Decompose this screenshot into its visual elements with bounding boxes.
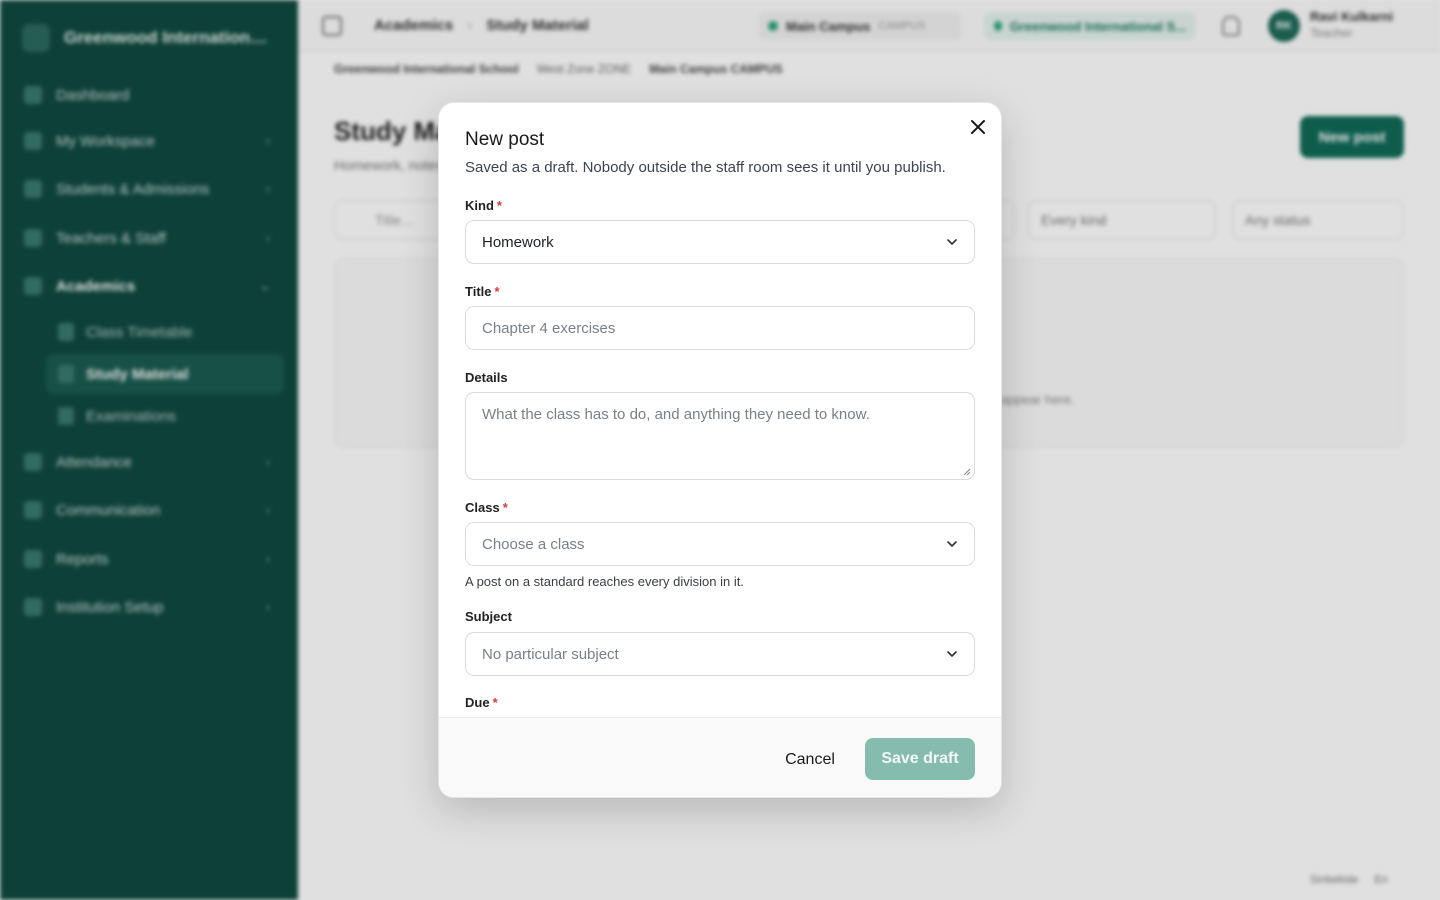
chevron-down-icon xyxy=(947,651,957,657)
details-label: Details xyxy=(465,370,508,385)
dialog-title: New post xyxy=(465,129,545,150)
title-input[interactable]: Chapter 4 exercises xyxy=(465,306,975,350)
subject-label: Subject xyxy=(465,609,512,624)
title-label: Title * xyxy=(465,284,500,299)
subject-select[interactable]: No particular subject xyxy=(465,632,975,676)
kind-select-value: Homework xyxy=(482,233,554,251)
required-marker: * xyxy=(494,284,500,299)
dialog-description: Saved as a draft. Nobody outside the sta… xyxy=(465,159,946,176)
class-hint: A post on a standard reaches every divis… xyxy=(465,574,744,589)
class-select-placeholder: Choose a class xyxy=(482,535,585,553)
required-marker: * xyxy=(492,695,498,710)
class-label: Class * xyxy=(465,500,508,515)
save-draft-button[interactable]: Save draft xyxy=(865,738,975,780)
title-label-text: Title xyxy=(465,284,492,299)
kind-select[interactable]: Homework xyxy=(465,220,975,264)
close-icon[interactable] xyxy=(969,118,987,136)
due-label-text: Due xyxy=(465,695,490,710)
new-post-dialog: New post Saved as a draft. Nobody outsid… xyxy=(438,102,1002,798)
kind-label: Kind * xyxy=(465,198,502,213)
class-select[interactable]: Choose a class xyxy=(465,522,975,566)
required-marker: * xyxy=(502,500,508,515)
cancel-button[interactable]: Cancel xyxy=(771,739,849,781)
required-marker: * xyxy=(496,198,502,213)
subject-select-placeholder: No particular subject xyxy=(482,645,619,663)
resize-handle-icon[interactable] xyxy=(963,468,971,476)
due-label: Due * xyxy=(465,695,498,710)
title-input-placeholder: Chapter 4 exercises xyxy=(482,319,616,337)
details-textarea-placeholder: What the class has to do, and anything t… xyxy=(482,406,870,423)
chevron-down-icon xyxy=(947,541,957,547)
dialog-footer: Cancel Save draft xyxy=(439,717,1001,797)
chevron-down-icon xyxy=(947,239,957,245)
kind-label-text: Kind xyxy=(465,198,494,213)
class-label-text: Class xyxy=(465,500,500,515)
details-textarea[interactable]: What the class has to do, and anything t… xyxy=(465,392,975,480)
